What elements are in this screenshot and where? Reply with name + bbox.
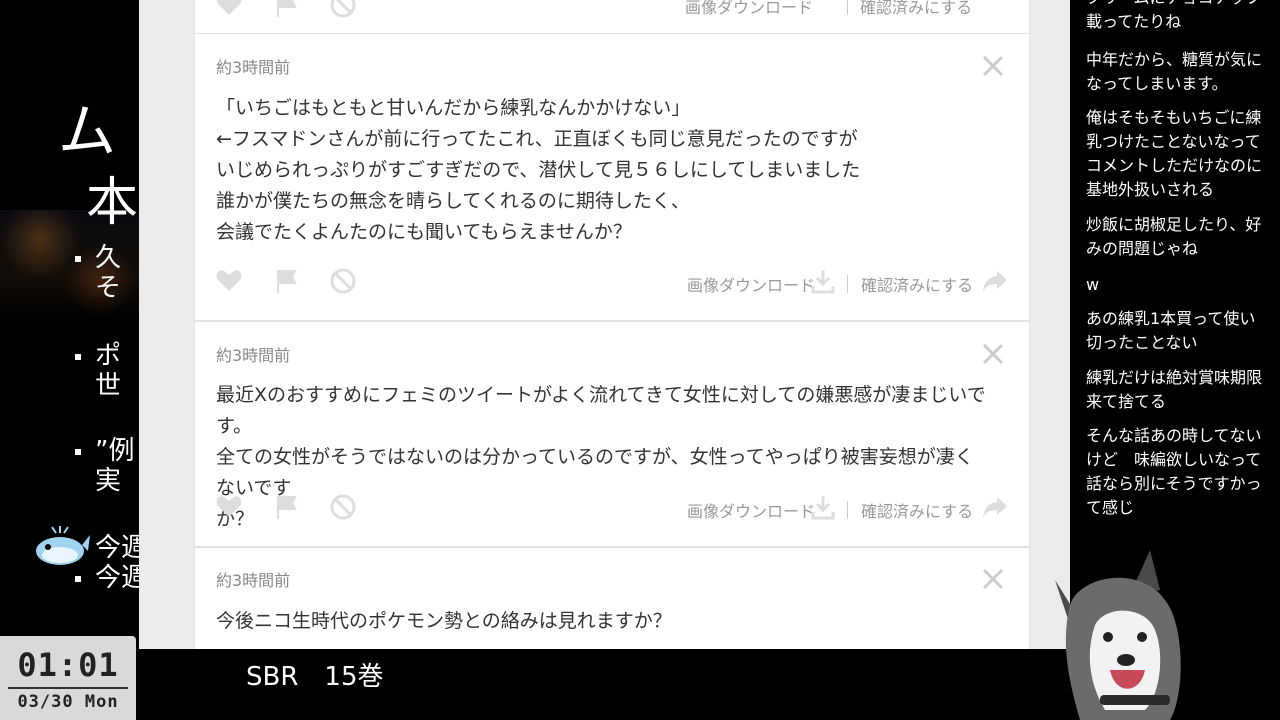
question-time: 約3時間前	[216, 346, 291, 365]
question-card: 約3時間前 「いちごはもともと甘いんだから練乳なんかかけない」 ←フスマドンさん…	[194, 33, 1030, 321]
card-actions: 画像ダウンロード 確認済みにする	[215, 493, 1009, 523]
close-icon[interactable]	[981, 54, 1005, 78]
heart-icon[interactable]	[215, 0, 243, 19]
action-separator	[847, 501, 848, 519]
chat-message: クリームにチョコチップ載ってたりね	[1086, 0, 1262, 31]
download-image-link[interactable]: 画像ダウンロード	[687, 272, 815, 296]
slide-bullet-cont: そ	[95, 273, 122, 303]
chat-message: そんな話あの時してないけど 味編欲しいなって話なら別にそうですかって感じ	[1086, 426, 1262, 517]
question-time: 約3時間前	[216, 571, 291, 590]
flag-icon[interactable]	[273, 493, 301, 521]
question-line: 最近Xのおすすめにフェミのツイートがよく流れてきて女性に対しての嫌悪感が凄まじい…	[216, 384, 986, 437]
clock-time: 01:01	[17, 646, 119, 684]
question-body: 今後ニコ生時代のポケモン勢との絡みは見れますか？	[216, 606, 989, 637]
chat-message: 俺はそもそもいちごに練乳つけたことないなってコメントしただけなのに基地外扱いされ…	[1086, 108, 1263, 199]
question-time: 約3時間前	[216, 58, 291, 77]
slide-bullet: 今週	[75, 562, 140, 594]
clock-divider	[8, 687, 128, 689]
card-actions: 画像ダウンロード 確認済みにする	[215, 0, 1009, 21]
block-icon[interactable]	[329, 0, 357, 19]
question-line: 「いちごはもともと甘いんだから練乳なんかかけない」	[216, 97, 691, 119]
chat-message: 炒飯に胡椒足したり、好みの問題じゃね	[1086, 215, 1262, 258]
flag-icon[interactable]	[273, 267, 301, 295]
clock-widget: 01:01 03/30 Mon	[0, 636, 136, 720]
question-card-partial: 画像ダウンロード 確認済みにする	[194, 0, 1030, 34]
question-panel: 画像ダウンロード 確認済みにする 約3時間前 「いちごはもともと甘いんだから練乳…	[139, 0, 1070, 649]
stream-caption: SBR 15巻	[246, 662, 384, 692]
question-line: 誰かが僕たちの無念を晴らしてくれるのに期待したく、	[216, 190, 690, 212]
chat-message: あの練乳1本買って使い切ったことない	[1086, 309, 1256, 352]
chat-message: 練乳だけは絶対賞味期限来て捨てる	[1086, 368, 1263, 411]
heart-icon[interactable]	[215, 267, 243, 295]
question-line: 今後ニコ生時代のポケモン勢との絡みは見れますか？	[216, 610, 672, 632]
heart-icon[interactable]	[215, 493, 243, 521]
slide-title-line1: ム	[58, 97, 117, 165]
slide-bullet: ”例	[75, 435, 134, 467]
slide-bullet: ポ	[75, 340, 121, 372]
background-slide: ム 本 久 そ ポ 世 ”例 実 今週 今週	[0, 0, 140, 720]
mark-confirmed-link[interactable]: 確認済みにする	[861, 272, 973, 296]
card-actions: 画像ダウンロード 確認済みにする	[215, 267, 1009, 297]
close-icon[interactable]	[981, 567, 1005, 591]
download-image-link[interactable]: 画像ダウンロード	[687, 498, 815, 522]
slide-bullet-cont: 実	[95, 466, 122, 496]
question-line: 会議でたくよんたのにも聞いてもらえませんか？	[216, 221, 632, 243]
action-separator	[847, 0, 848, 15]
question-line: ←フスマドンさんが前に行ってたこれ、正直ぼくも同じ意見だったのですが	[216, 128, 858, 150]
forward-arrow-icon[interactable]	[981, 267, 1009, 295]
close-icon[interactable]	[981, 342, 1005, 366]
action-separator	[847, 275, 848, 293]
chat-message: w	[1086, 275, 1100, 294]
husky-avatar	[1055, 550, 1181, 720]
slide-title-line2: 本	[86, 173, 139, 233]
question-card: 約3時間前 今後ニコ生時代のポケモン勢との絡みは見れますか？	[194, 547, 1030, 649]
mark-confirmed-link[interactable]: 確認済みにする	[860, 0, 972, 18]
download-icon[interactable]	[809, 267, 837, 295]
question-body: 「いちごはもともと甘いんだから練乳なんかかけない」 ←フスマドンさんが前に行って…	[216, 93, 989, 248]
flag-icon[interactable]	[273, 0, 301, 19]
mark-confirmed-link[interactable]: 確認済みにする	[861, 498, 973, 522]
slide-bullet: 久	[75, 242, 121, 274]
question-card: 約3時間前 最近Xのおすすめにフェミのツイートがよく流れてきて女性に対しての嫌悪…	[194, 321, 1030, 547]
forward-arrow-icon[interactable]	[981, 493, 1009, 521]
download-icon[interactable]	[809, 493, 837, 521]
block-icon[interactable]	[329, 267, 357, 295]
question-line: いじめられっぷりがすごすぎだので、潜伏して見５６しにしてしまいました	[216, 159, 861, 181]
download-image-link[interactable]: 画像ダウンロード	[685, 0, 813, 18]
clock-date: 03/30 Mon	[17, 692, 119, 712]
chat-panel: クリームにチョコチップ載ってたりね 中年だから、糖質が気になってしまいます。 俺…	[1070, 0, 1280, 545]
slide-bullet-cont: 世	[95, 371, 122, 401]
chat-message: 中年だから、糖質が気になってしまいます。	[1086, 50, 1263, 93]
slide-bullet: 今週	[95, 533, 140, 563]
block-icon[interactable]	[329, 493, 357, 521]
